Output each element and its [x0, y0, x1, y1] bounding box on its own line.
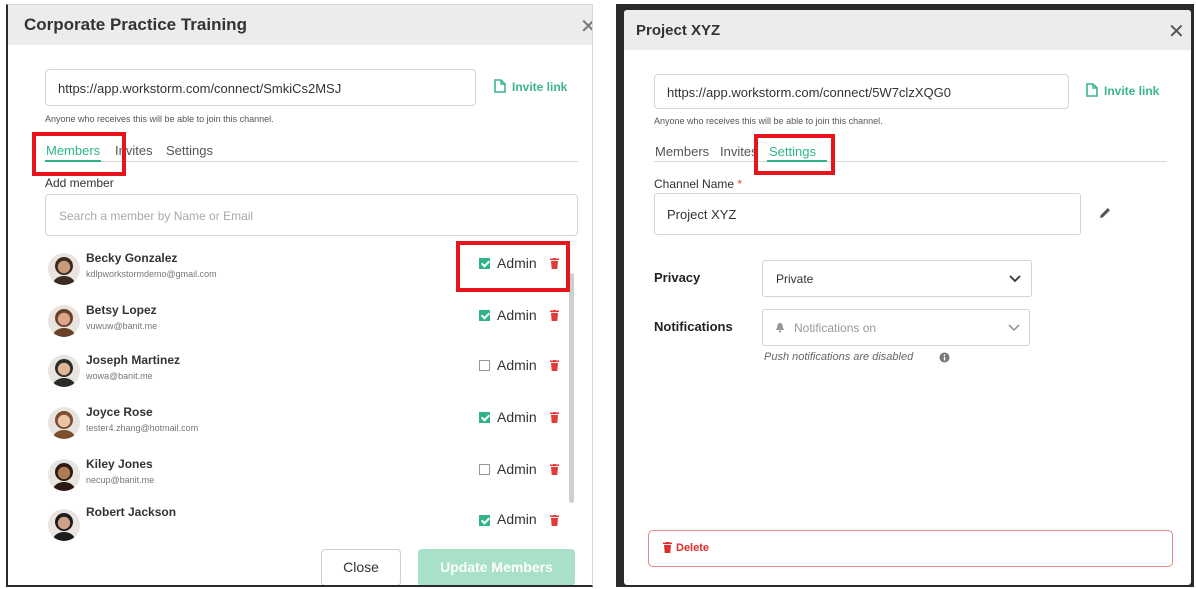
member-email: necup@banit.me: [86, 475, 155, 485]
trash-icon[interactable]: [550, 310, 559, 321]
tab-settings[interactable]: Settings: [166, 143, 213, 158]
trash-icon[interactable]: [550, 515, 559, 526]
member-name: Joyce Rose: [86, 405, 153, 419]
scrollbar[interactable]: [569, 273, 574, 503]
member-row: Betsy Lopez vuwuw@banit.me Admin: [8, 303, 568, 347]
admin-label: Admin: [497, 461, 537, 477]
avatar: [48, 509, 80, 541]
chevron-down-icon: [1008, 324, 1020, 332]
channel-name-value: Project XYZ: [667, 207, 737, 222]
tab-members[interactable]: Members: [655, 144, 709, 159]
chevron-down-icon: [1009, 275, 1021, 283]
admin-checkbox[interactable]: [479, 360, 490, 371]
invite-url-text: https://app.workstorm.com/connect/5W7clz…: [667, 85, 951, 100]
update-members-button[interactable]: Update Members: [418, 549, 575, 585]
highlight-box-members-tab: [32, 132, 126, 176]
privacy-value: Private: [776, 272, 814, 286]
pencil-icon[interactable]: [1098, 206, 1112, 220]
tab-divider: [654, 161, 1167, 162]
member-row: Kiley Jones necup@banit.me Admin: [8, 457, 568, 501]
admin-label: Admin: [497, 511, 537, 527]
privacy-select[interactable]: Private: [762, 260, 1032, 297]
delete-channel-button[interactable]: Delete: [648, 530, 1173, 567]
highlight-box-admin: [456, 241, 570, 292]
notifications-select[interactable]: Notifications on: [762, 309, 1030, 346]
member-name: Betsy Lopez: [86, 303, 157, 317]
delete-label: Delete: [676, 542, 710, 554]
admin-label: Admin: [497, 307, 537, 323]
avatar: [48, 253, 80, 285]
invite-link-label: Invite link: [512, 80, 568, 94]
invite-hint: Anyone who receives this will be able to…: [654, 116, 883, 126]
dialog-title: Corporate Practice Training: [24, 15, 247, 34]
member-row: Joyce Rose tester4.zhang@hotmail.com Admin: [8, 405, 568, 449]
avatar: [48, 355, 80, 387]
document-icon: [1086, 83, 1098, 97]
push-notifications-note: Push notifications are disabled: [764, 351, 914, 363]
invite-url-text: https://app.workstorm.com/connect/SmkiCs…: [58, 81, 342, 96]
channel-name-label-text: Channel Name: [654, 177, 735, 191]
channel-name-input[interactable]: Project XYZ: [654, 193, 1081, 235]
dialog-title: Project XYZ: [636, 22, 721, 39]
trash-icon[interactable]: [550, 464, 559, 475]
trash-icon[interactable]: [550, 360, 559, 371]
trash-icon[interactable]: [550, 412, 559, 423]
member-name: Joseph Martinez: [86, 353, 181, 367]
avatar: [48, 459, 80, 491]
admin-checkbox[interactable]: [479, 412, 490, 423]
notifications-label: Notifications: [654, 319, 733, 334]
close-icon[interactable]: ✕: [580, 14, 592, 39]
info-icon[interactable]: [939, 352, 950, 363]
privacy-label: Privacy: [654, 270, 701, 285]
member-email: wowa@banit.me: [86, 371, 153, 381]
admin-checkbox[interactable]: [479, 464, 490, 475]
member-email: kdlpworkstormdemo@gmail.com: [86, 269, 217, 279]
member-name: Kiley Jones: [86, 457, 153, 471]
admin-checkbox[interactable]: [479, 515, 490, 526]
member-row: Joseph Martinez wowa@banit.me Admin: [8, 353, 568, 397]
invite-url-field[interactable]: https://app.workstorm.com/connect/5W7clz…: [654, 74, 1069, 109]
tab-invites[interactable]: Invites: [720, 144, 758, 159]
settings-dialog: Project XYZ ✕ https://app.workstorm.com/…: [624, 10, 1191, 585]
members-dialog: Corporate Practice Training ✕ https://ap…: [6, 4, 593, 587]
document-icon: [494, 79, 506, 93]
member-search-placeholder: Search a member by Name or Email: [59, 209, 254, 223]
invite-hint: Anyone who receives this will be able to…: [45, 114, 274, 124]
close-button[interactable]: Close: [321, 549, 401, 585]
admin-label: Admin: [497, 357, 537, 373]
member-name: Robert Jackson: [86, 505, 177, 519]
close-icon[interactable]: ✕: [1168, 19, 1185, 44]
invite-link-label: Invite link: [1104, 84, 1160, 98]
invite-url-field[interactable]: https://app.workstorm.com/connect/SmkiCs…: [45, 69, 476, 106]
settings-dialog-frame: Project XYZ ✕ https://app.workstorm.com/…: [616, 4, 1194, 587]
avatar: [48, 305, 80, 337]
member-email: vuwuw@banit.me: [86, 321, 158, 331]
admin-checkbox[interactable]: [479, 310, 490, 321]
trash-icon: [663, 542, 672, 553]
member-email: tester4.zhang@hotmail.com: [86, 423, 199, 433]
add-member-label: Add member: [45, 176, 114, 190]
member-row: Robert Jackson Admin: [8, 505, 568, 549]
required-mark: *: [737, 177, 743, 191]
notifications-value: Notifications on: [794, 321, 877, 335]
channel-name-label: Channel Name *: [654, 177, 742, 191]
admin-label: Admin: [497, 409, 537, 425]
avatar: [48, 407, 80, 439]
member-search-input[interactable]: Search a member by Name or Email: [45, 194, 578, 236]
highlight-box-settings-tab: [754, 134, 835, 175]
bell-icon: [776, 323, 784, 333]
member-name: Becky Gonzalez: [86, 251, 178, 265]
